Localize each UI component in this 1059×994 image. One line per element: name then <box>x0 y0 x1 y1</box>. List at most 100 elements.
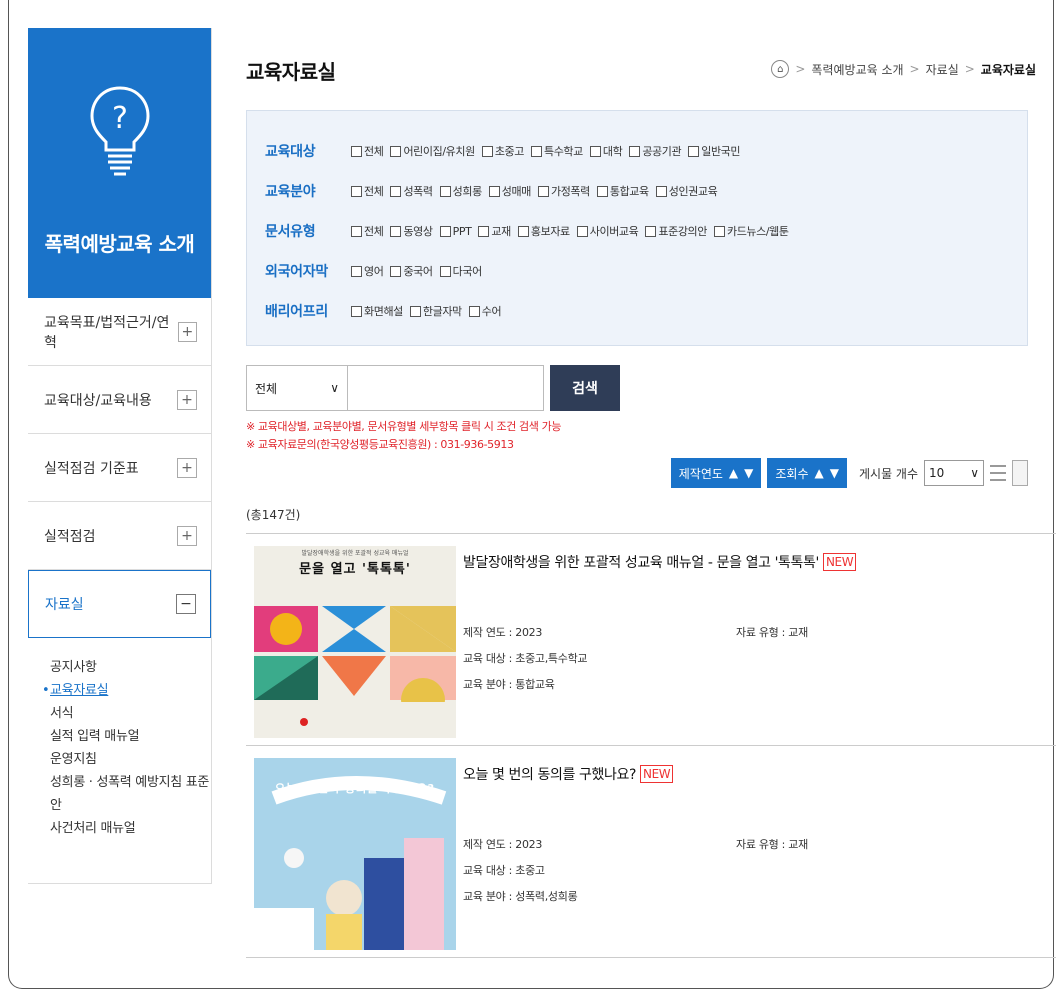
submenu-item-current[interactable]: 교육자료실 <box>50 679 211 702</box>
filter-option[interactable]: 전체 <box>351 183 384 199</box>
checkbox[interactable] <box>439 265 451 277</box>
checkbox[interactable] <box>351 145 362 157</box>
checkbox[interactable] <box>589 145 601 157</box>
filter-option[interactable]: 전체 <box>351 223 384 239</box>
checkbox[interactable] <box>596 185 608 197</box>
submenu-item[interactable]: 사건처리 매뉴얼 <box>50 817 211 840</box>
filter-option[interactable]: 성매매 <box>488 183 531 199</box>
checkbox[interactable] <box>481 145 493 157</box>
filter-option[interactable]: 동영상 <box>390 223 433 239</box>
filter-option[interactable]: 어린이집/유치원 <box>390 143 475 159</box>
filter-option-label: 가정폭력 <box>550 185 590 198</box>
item-title-link[interactable]: 오늘 몇 번의 동의를 구했나요? NEW <box>463 764 674 784</box>
sidebar-item-archive[interactable]: 자료실 − <box>28 570 211 638</box>
expand-icon[interactable]: + <box>177 525 197 546</box>
checkbox[interactable] <box>517 225 529 237</box>
expand-icon[interactable]: + <box>177 389 197 410</box>
submenu-item[interactable]: 서식 <box>50 702 211 725</box>
filter-option-label: 초중고 <box>494 145 525 158</box>
filter-option[interactable]: 가정폭력 <box>537 183 590 199</box>
search-category-select[interactable]: 전체 ∨ <box>246 365 348 411</box>
sort-up-icon[interactable]: ▲ <box>729 466 738 480</box>
checkbox[interactable] <box>713 225 725 237</box>
checkbox[interactable] <box>530 145 542 157</box>
sidebar-submenu: 공지사항 교육자료실 서식 실적 입력 매뉴얼 운영지침 성희롱 · 성폭력 예… <box>28 638 211 840</box>
filter-option[interactable]: 화면해설 <box>351 303 403 319</box>
checkbox[interactable] <box>390 225 402 237</box>
card-view-icon[interactable] <box>1012 460 1028 486</box>
filter-option[interactable]: 전체 <box>351 143 384 159</box>
filter-option[interactable]: 초중고 <box>481 143 525 159</box>
submenu-item[interactable]: 성희롱 · 성폭력 예방지침 표준안 <box>50 771 211 817</box>
checkbox[interactable] <box>390 265 402 277</box>
submenu-item[interactable]: 운영지침 <box>50 748 211 771</box>
sort-year-button[interactable]: 제작연도 ▲ ▼ <box>670 458 762 488</box>
filter-option[interactable]: 성인권교육 <box>655 183 718 199</box>
sort-down-icon[interactable]: ▼ <box>744 466 753 480</box>
checkbox[interactable] <box>351 305 362 317</box>
checkbox[interactable] <box>468 305 480 317</box>
sort-up-icon[interactable]: ▲ <box>815 466 824 480</box>
filter-option[interactable]: 성폭력 <box>390 183 433 199</box>
filter-option[interactable]: 한글자막 <box>409 303 462 319</box>
search-input[interactable] <box>348 365 544 411</box>
checkbox[interactable] <box>629 145 641 157</box>
sidebar-item-targets[interactable]: 교육대상/교육내용 + <box>28 366 211 434</box>
filter-option[interactable]: 수어 <box>468 303 502 319</box>
filter-option[interactable]: 공공기관 <box>629 143 682 159</box>
filter-option[interactable]: 중국어 <box>390 263 433 279</box>
filter-option[interactable]: 일반국민 <box>688 143 741 159</box>
home-icon[interactable]: ⌂ <box>771 60 790 78</box>
filter-option[interactable]: PPT <box>439 225 472 238</box>
checkbox[interactable] <box>478 225 490 237</box>
item-title-link[interactable]: 발달장애학생을 위한 포괄적 성교육 매뉴얼 - 문을 열고 '톡톡톡' NEW <box>463 552 857 572</box>
search-button[interactable]: 검색 <box>550 365 620 411</box>
expand-icon[interactable]: + <box>177 457 197 478</box>
checkbox[interactable] <box>439 185 451 197</box>
breadcrumb-item[interactable]: 자료실 <box>926 61 959 78</box>
sort-views-label: 조회수 <box>775 466 809 481</box>
filter-option[interactable]: 영어 <box>351 263 384 279</box>
checkbox[interactable] <box>488 185 500 197</box>
checkbox[interactable] <box>439 225 451 237</box>
submenu-item[interactable]: 공지사항 <box>50 656 211 679</box>
checkbox[interactable] <box>351 265 362 277</box>
checkbox[interactable] <box>390 185 402 197</box>
sort-down-icon[interactable]: ▼ <box>830 466 839 480</box>
filter-option[interactable]: 교재 <box>478 223 511 239</box>
checkbox[interactable] <box>390 145 402 157</box>
filter-option[interactable]: 사이버교육 <box>576 223 639 239</box>
filter-row: 배리어프리 화면해설 한글자막 수어 <box>265 291 1027 331</box>
checkbox[interactable] <box>655 185 667 197</box>
sidebar-item-criteria[interactable]: 실적점검 기준표 + <box>28 434 211 502</box>
checkbox[interactable] <box>576 225 588 237</box>
filter-label: 배리어프리 <box>265 304 328 320</box>
filter-option-label: 한글자막 <box>422 305 462 318</box>
filter-option[interactable]: 특수학교 <box>530 143 583 159</box>
breadcrumb-item[interactable]: 폭력예방교육 소개 <box>811 61 903 78</box>
filter-option[interactable]: 카드뉴스/웹툰 <box>713 223 789 239</box>
checkbox[interactable] <box>645 225 657 237</box>
expand-icon[interactable]: + <box>177 321 197 342</box>
cover-thumbnail[interactable]: 오늘 몇 번의 동의를 구했나요? <box>254 758 456 950</box>
checkbox[interactable] <box>351 225 362 237</box>
list-view-icon[interactable] <box>990 462 1006 484</box>
filter-option[interactable]: 다국어 <box>439 263 482 279</box>
collapse-icon[interactable]: − <box>176 594 196 614</box>
page-size-select[interactable]: 10 ∨ <box>924 460 984 486</box>
sort-views-button[interactable]: 조회수 ▲ ▼ <box>767 458 847 488</box>
sidebar: ? 폭력예방교육 소개 교육목표/법적근거/연혁 + 교육대상/교육내용 + 실적점… <box>28 28 212 884</box>
sidebar-item-inspection[interactable]: 실적점검 + <box>28 502 211 570</box>
checkbox[interactable] <box>688 145 700 157</box>
cover-thumbnail[interactable]: 발달장애학생을 위한 포괄적 성교육 매뉴얼 문을 열고 '톡톡톡' <box>254 546 456 738</box>
filter-option[interactable]: 표준강의안 <box>645 223 707 239</box>
submenu-item[interactable]: 실적 입력 매뉴얼 <box>50 725 211 748</box>
filter-option[interactable]: 대학 <box>589 143 623 159</box>
filter-option[interactable]: 성희롱 <box>439 183 482 199</box>
filter-option[interactable]: 홍보자료 <box>517 223 570 239</box>
checkbox[interactable] <box>351 185 362 197</box>
filter-option[interactable]: 통합교육 <box>596 183 649 199</box>
checkbox[interactable] <box>409 305 421 317</box>
sidebar-item-goals[interactable]: 교육목표/법적근거/연혁 + <box>28 298 211 366</box>
checkbox[interactable] <box>537 185 549 197</box>
